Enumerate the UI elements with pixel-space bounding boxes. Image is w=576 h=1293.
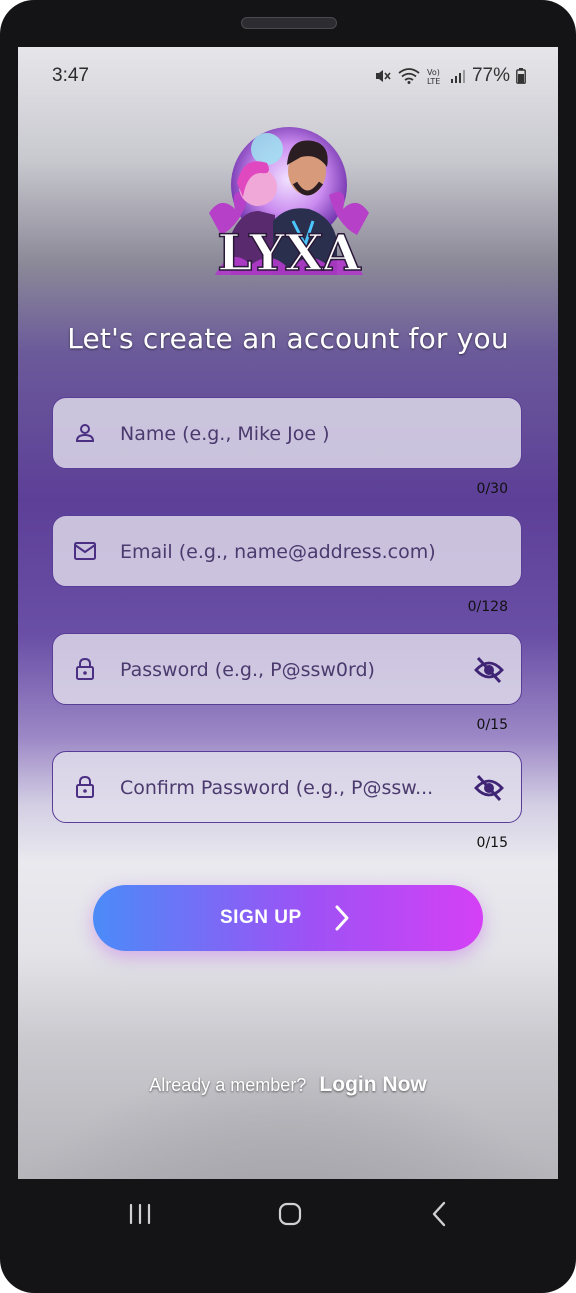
chevron-right-icon	[335, 905, 349, 931]
page-heading: Let's create an account for you	[67, 322, 509, 355]
recent-apps-icon[interactable]	[120, 1199, 160, 1229]
password-placeholder: Password (e.g., P@ssw0rd)	[120, 659, 375, 681]
battery-percentage: 77%	[471, 65, 510, 86]
signal-icon	[450, 70, 465, 83]
password-counter: 0/15	[476, 717, 508, 733]
email-placeholder: Email (e.g., name@address.com)	[120, 541, 436, 563]
back-icon[interactable]	[420, 1199, 460, 1229]
status-icons: Vo) LTE 77%	[374, 65, 526, 87]
system-nav-bar	[0, 1179, 576, 1263]
login-now-link[interactable]: Login Now	[319, 1073, 426, 1096]
visibility-off-icon[interactable]	[474, 774, 504, 802]
lock-icon	[76, 657, 94, 680]
app-logo: LYXA	[201, 125, 377, 289]
email-field[interactable]: Email (e.g., name@address.com)	[52, 515, 522, 587]
sign-up-label: SIGN UP	[220, 907, 302, 928]
sign-up-button[interactable]: SIGN UP	[93, 885, 483, 951]
app-screen: 3:47 Vo) LTE 77% LYXA Let's create an ac…	[18, 47, 558, 1179]
confirm-password-counter: 0/15	[476, 835, 508, 851]
person-icon	[75, 424, 95, 442]
status-bar: 3:47 Vo) LTE 77%	[18, 47, 558, 103]
volte-icon: Vo) LTE	[427, 68, 440, 85]
mail-icon	[74, 542, 96, 560]
lock-icon	[76, 775, 94, 798]
visibility-off-icon[interactable]	[474, 656, 504, 684]
status-time: 3:47	[52, 65, 89, 86]
logo-text: LYXA	[217, 223, 362, 282]
wifi-icon	[398, 68, 420, 84]
mute-icon	[375, 70, 391, 82]
confirm-password-field[interactable]: Confirm Password (e.g., P@ssw...	[52, 751, 522, 823]
home-icon[interactable]	[270, 1199, 310, 1229]
member-question: Already a member?	[149, 1075, 307, 1095]
confirm-password-placeholder: Confirm Password (e.g., P@ssw...	[120, 777, 434, 799]
svg-text:LTE: LTE	[427, 77, 440, 85]
battery-icon	[516, 68, 526, 84]
name-counter: 0/30	[476, 481, 508, 497]
name-field[interactable]: Name (e.g., Mike Joe )	[52, 397, 522, 469]
speaker-grille	[241, 17, 337, 29]
password-field[interactable]: Password (e.g., P@ssw0rd)	[52, 633, 522, 705]
email-counter: 0/128	[467, 599, 508, 615]
phone-frame: 3:47 Vo) LTE 77% LYXA Let's create an ac…	[0, 0, 576, 1293]
svg-text:Vo): Vo)	[427, 68, 440, 77]
login-prompt: Already a member? Login Now	[18, 1073, 558, 1097]
logo-illustration: LYXA	[209, 127, 369, 283]
name-placeholder: Name (e.g., Mike Joe )	[120, 423, 330, 445]
